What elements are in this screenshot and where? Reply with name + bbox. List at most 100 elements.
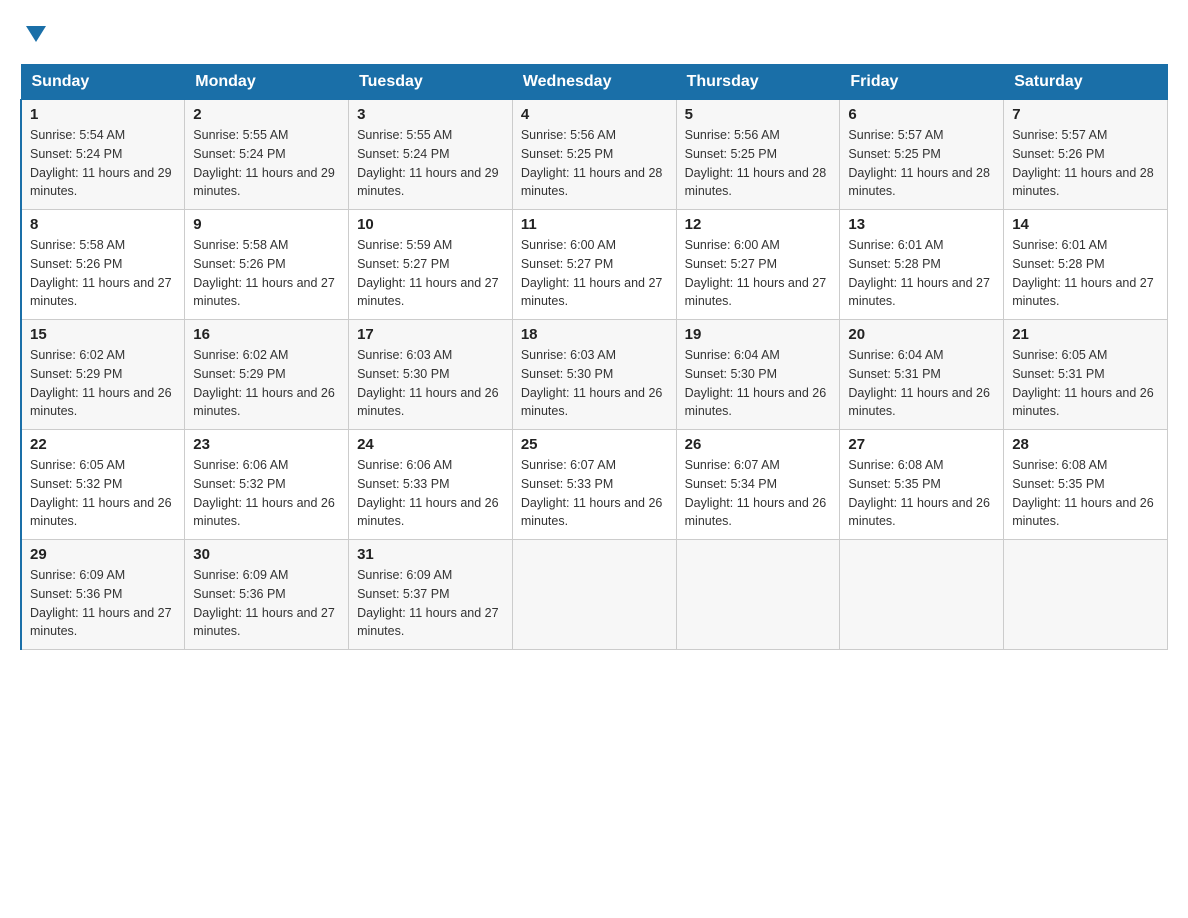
day-number: 21 (1012, 326, 1159, 343)
calendar-day-cell: 8 Sunrise: 5:58 AM Sunset: 5:26 PM Dayli… (21, 210, 185, 320)
day-number: 4 (521, 106, 668, 123)
page-header (20, 20, 1168, 48)
day-number: 20 (848, 326, 995, 343)
calendar-day-cell: 31 Sunrise: 6:09 AM Sunset: 5:37 PM Dayl… (349, 540, 513, 650)
calendar-day-cell: 6 Sunrise: 5:57 AM Sunset: 5:25 PM Dayli… (840, 100, 1004, 210)
calendar-day-cell: 7 Sunrise: 5:57 AM Sunset: 5:26 PM Dayli… (1004, 100, 1168, 210)
day-number: 14 (1012, 216, 1159, 233)
day-info: Sunrise: 6:06 AM Sunset: 5:32 PM Dayligh… (193, 456, 340, 531)
day-info: Sunrise: 5:58 AM Sunset: 5:26 PM Dayligh… (30, 236, 176, 311)
day-number: 22 (30, 436, 176, 453)
calendar-day-cell: 30 Sunrise: 6:09 AM Sunset: 5:36 PM Dayl… (185, 540, 349, 650)
day-number: 19 (685, 326, 832, 343)
calendar-day-cell: 24 Sunrise: 6:06 AM Sunset: 5:33 PM Dayl… (349, 430, 513, 540)
day-number: 17 (357, 326, 504, 343)
calendar-day-cell: 3 Sunrise: 5:55 AM Sunset: 5:24 PM Dayli… (349, 100, 513, 210)
day-number: 23 (193, 436, 340, 453)
day-info: Sunrise: 6:00 AM Sunset: 5:27 PM Dayligh… (521, 236, 668, 311)
logo-icon (22, 20, 50, 48)
day-info: Sunrise: 6:01 AM Sunset: 5:28 PM Dayligh… (848, 236, 995, 311)
day-number: 1 (30, 106, 176, 123)
day-number: 29 (30, 546, 176, 563)
day-header-thursday: Thursday (676, 65, 840, 100)
calendar-week-row: 29 Sunrise: 6:09 AM Sunset: 5:36 PM Dayl… (21, 540, 1168, 650)
calendar-day-cell: 22 Sunrise: 6:05 AM Sunset: 5:32 PM Dayl… (21, 430, 185, 540)
day-info: Sunrise: 6:08 AM Sunset: 5:35 PM Dayligh… (1012, 456, 1159, 531)
calendar-week-row: 22 Sunrise: 6:05 AM Sunset: 5:32 PM Dayl… (21, 430, 1168, 540)
day-info: Sunrise: 6:05 AM Sunset: 5:32 PM Dayligh… (30, 456, 176, 531)
day-number: 9 (193, 216, 340, 233)
day-info: Sunrise: 6:06 AM Sunset: 5:33 PM Dayligh… (357, 456, 504, 531)
day-info: Sunrise: 6:01 AM Sunset: 5:28 PM Dayligh… (1012, 236, 1159, 311)
day-number: 24 (357, 436, 504, 453)
calendar-day-cell: 26 Sunrise: 6:07 AM Sunset: 5:34 PM Dayl… (676, 430, 840, 540)
calendar-table: SundayMondayTuesdayWednesdayThursdayFrid… (20, 64, 1168, 650)
day-number: 30 (193, 546, 340, 563)
calendar-day-cell: 29 Sunrise: 6:09 AM Sunset: 5:36 PM Dayl… (21, 540, 185, 650)
day-info: Sunrise: 5:56 AM Sunset: 5:25 PM Dayligh… (685, 126, 832, 201)
calendar-day-cell: 20 Sunrise: 6:04 AM Sunset: 5:31 PM Dayl… (840, 320, 1004, 430)
day-info: Sunrise: 5:56 AM Sunset: 5:25 PM Dayligh… (521, 126, 668, 201)
day-info: Sunrise: 6:07 AM Sunset: 5:33 PM Dayligh… (521, 456, 668, 531)
calendar-day-cell: 18 Sunrise: 6:03 AM Sunset: 5:30 PM Dayl… (512, 320, 676, 430)
day-number: 15 (30, 326, 176, 343)
calendar-day-cell: 23 Sunrise: 6:06 AM Sunset: 5:32 PM Dayl… (185, 430, 349, 540)
day-number: 10 (357, 216, 504, 233)
calendar-day-cell: 16 Sunrise: 6:02 AM Sunset: 5:29 PM Dayl… (185, 320, 349, 430)
calendar-day-cell: 11 Sunrise: 6:00 AM Sunset: 5:27 PM Dayl… (512, 210, 676, 320)
calendar-day-cell: 2 Sunrise: 5:55 AM Sunset: 5:24 PM Dayli… (185, 100, 349, 210)
day-header-tuesday: Tuesday (349, 65, 513, 100)
day-info: Sunrise: 6:02 AM Sunset: 5:29 PM Dayligh… (30, 346, 176, 421)
day-header-row: SundayMondayTuesdayWednesdayThursdayFrid… (21, 65, 1168, 100)
calendar-day-cell: 10 Sunrise: 5:59 AM Sunset: 5:27 PM Dayl… (349, 210, 513, 320)
day-info: Sunrise: 5:57 AM Sunset: 5:25 PM Dayligh… (848, 126, 995, 201)
day-number: 8 (30, 216, 176, 233)
day-info: Sunrise: 6:05 AM Sunset: 5:31 PM Dayligh… (1012, 346, 1159, 421)
day-info: Sunrise: 5:55 AM Sunset: 5:24 PM Dayligh… (193, 126, 340, 201)
calendar-day-cell: 1 Sunrise: 5:54 AM Sunset: 5:24 PM Dayli… (21, 100, 185, 210)
day-info: Sunrise: 6:04 AM Sunset: 5:30 PM Dayligh… (685, 346, 832, 421)
day-number: 7 (1012, 106, 1159, 123)
day-number: 13 (848, 216, 995, 233)
calendar-day-cell (676, 540, 840, 650)
calendar-day-cell (840, 540, 1004, 650)
calendar-day-cell: 27 Sunrise: 6:08 AM Sunset: 5:35 PM Dayl… (840, 430, 1004, 540)
calendar-day-cell: 25 Sunrise: 6:07 AM Sunset: 5:33 PM Dayl… (512, 430, 676, 540)
day-header-monday: Monday (185, 65, 349, 100)
day-header-friday: Friday (840, 65, 1004, 100)
day-number: 26 (685, 436, 832, 453)
day-header-sunday: Sunday (21, 65, 185, 100)
calendar-day-cell: 14 Sunrise: 6:01 AM Sunset: 5:28 PM Dayl… (1004, 210, 1168, 320)
day-header-saturday: Saturday (1004, 65, 1168, 100)
day-info: Sunrise: 6:09 AM Sunset: 5:37 PM Dayligh… (357, 566, 504, 641)
day-info: Sunrise: 5:57 AM Sunset: 5:26 PM Dayligh… (1012, 126, 1159, 201)
calendar-day-cell: 28 Sunrise: 6:08 AM Sunset: 5:35 PM Dayl… (1004, 430, 1168, 540)
day-info: Sunrise: 6:07 AM Sunset: 5:34 PM Dayligh… (685, 456, 832, 531)
calendar-day-cell: 19 Sunrise: 6:04 AM Sunset: 5:30 PM Dayl… (676, 320, 840, 430)
day-number: 11 (521, 216, 668, 233)
day-number: 3 (357, 106, 504, 123)
day-info: Sunrise: 6:09 AM Sunset: 5:36 PM Dayligh… (193, 566, 340, 641)
logo (20, 20, 54, 48)
calendar-day-cell: 21 Sunrise: 6:05 AM Sunset: 5:31 PM Dayl… (1004, 320, 1168, 430)
day-info: Sunrise: 6:09 AM Sunset: 5:36 PM Dayligh… (30, 566, 176, 641)
calendar-week-row: 15 Sunrise: 6:02 AM Sunset: 5:29 PM Dayl… (21, 320, 1168, 430)
day-number: 12 (685, 216, 832, 233)
day-number: 18 (521, 326, 668, 343)
day-info: Sunrise: 6:03 AM Sunset: 5:30 PM Dayligh… (521, 346, 668, 421)
day-info: Sunrise: 6:00 AM Sunset: 5:27 PM Dayligh… (685, 236, 832, 311)
calendar-day-cell: 13 Sunrise: 6:01 AM Sunset: 5:28 PM Dayl… (840, 210, 1004, 320)
day-header-wednesday: Wednesday (512, 65, 676, 100)
calendar-day-cell: 12 Sunrise: 6:00 AM Sunset: 5:27 PM Dayl… (676, 210, 840, 320)
calendar-week-row: 8 Sunrise: 5:58 AM Sunset: 5:26 PM Dayli… (21, 210, 1168, 320)
day-number: 6 (848, 106, 995, 123)
calendar-day-cell: 9 Sunrise: 5:58 AM Sunset: 5:26 PM Dayli… (185, 210, 349, 320)
calendar-day-cell (512, 540, 676, 650)
day-number: 31 (357, 546, 504, 563)
calendar-day-cell: 5 Sunrise: 5:56 AM Sunset: 5:25 PM Dayli… (676, 100, 840, 210)
day-number: 16 (193, 326, 340, 343)
day-info: Sunrise: 6:03 AM Sunset: 5:30 PM Dayligh… (357, 346, 504, 421)
day-info: Sunrise: 5:58 AM Sunset: 5:26 PM Dayligh… (193, 236, 340, 311)
calendar-day-cell: 17 Sunrise: 6:03 AM Sunset: 5:30 PM Dayl… (349, 320, 513, 430)
day-info: Sunrise: 6:02 AM Sunset: 5:29 PM Dayligh… (193, 346, 340, 421)
